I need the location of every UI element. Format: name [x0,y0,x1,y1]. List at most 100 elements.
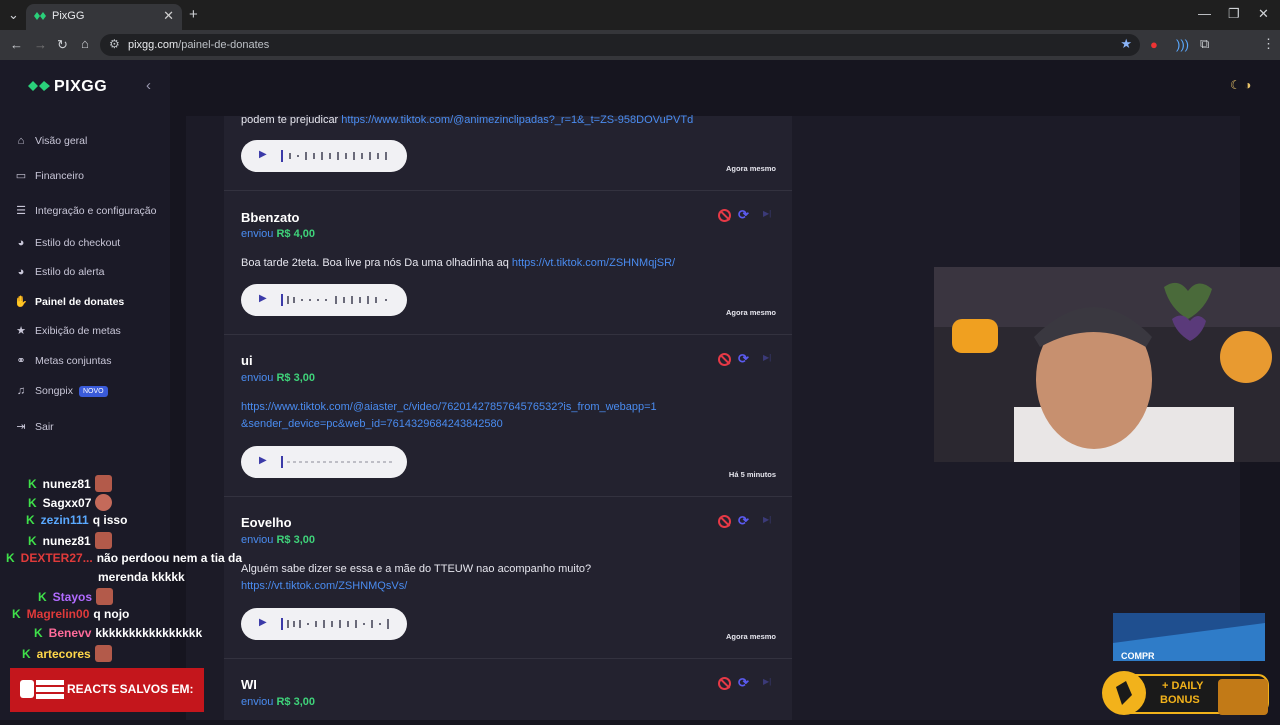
restore-icon[interactable]: ❐ [1228,6,1240,22]
donate-time: Agora mesmo [725,164,776,173]
tab-search-icon[interactable]: ⌄ [8,7,19,23]
sidebar-item-label: Exibição de metas [35,325,121,337]
donate-link[interactable]: https://vt.tiktok.com/ZSHNMQsVs/ [241,580,407,592]
donate-link[interactable]: https://vt.tiktok.com/ZSHNMqjSR/ [512,257,675,269]
skip-icon[interactable]: ▶| [763,353,771,362]
bookmark-star-icon[interactable]: ★ [1120,36,1132,52]
back-icon[interactable]: ← [10,37,23,52]
donor-name: Eovelho [241,515,292,530]
site-info-icon[interactable]: ⚙ [109,37,120,51]
donate-sent-line: enviou R$ 4,00 [241,228,316,240]
waveform-icon [281,618,389,630]
play-icon[interactable]: ▶ [259,293,267,304]
donate-amount: R$ 4,00 [276,228,316,240]
chat-user: Magrelin00 [26,607,90,621]
donate-message: Alguém sabe dizer se essa e a mãe do TTE… [241,563,592,592]
address-bar[interactable]: ⚙ pixgg.com/painel-de-donates ★ [100,34,1140,56]
donate-amount: R$ 3,00 [276,534,316,546]
block-icon[interactable] [718,677,731,690]
audio-player[interactable]: ▶ [241,284,407,316]
skip-icon[interactable]: ▶| [763,209,771,218]
collapse-sidebar-icon[interactable]: ‹ [146,77,151,94]
sidebar-item-visao-geral[interactable]: ⌂ Visão geral [14,132,88,150]
chat-message: q nojo [93,607,130,621]
block-icon[interactable] [718,209,731,222]
audio-player[interactable]: ▶ [241,140,407,172]
replay-icon[interactable]: ⟳ [738,351,749,367]
brand-logo[interactable]: PIXGG [28,78,107,96]
play-icon[interactable]: ▶ [259,455,267,466]
promo-image: COMPR [1113,613,1265,661]
play-icon[interactable]: ▶ [259,617,267,628]
sidebar-item-label: Painel de donates [35,296,125,308]
sidebar-item-financeiro[interactable]: ▭ Financeiro [14,167,84,185]
minimize-icon[interactable]: — [1198,6,1211,21]
sidebar-item-label: Visão geral [35,135,88,147]
donate-item: podem te prejudicar https://www.tiktok.c… [224,114,792,191]
emote-icon [95,494,113,511]
link-icon: ⚭ [16,355,26,367]
palette-icon: ◕ [17,266,25,278]
chat-user: Benevv [48,626,92,640]
reacts-banner-text: REACTS SALVOS EM: [67,682,194,696]
chat-line: K Stayos [38,588,114,605]
donate-item: Eovelho ⟳ ▶| enviou R$ 3,00 Alguém sabe … [224,497,792,659]
kick-badge-icon: K [22,647,31,661]
extension-cast-icon[interactable]: ))) [1176,37,1189,52]
donate-amount: R$ 3,00 [276,696,316,708]
replay-icon[interactable]: ⟳ [738,675,749,691]
donate-message: Boa tarde 2teta. Boa live pra nós Da uma… [241,257,676,269]
sidebar-item-songpix[interactable]: ♫ Songpix NOVO [14,382,108,400]
donate-amount: R$ 3,00 [276,372,316,384]
sidebar-item-estilo-alerta[interactable]: ◕ Estilo do alerta [14,263,105,281]
kick-badge-icon: K [28,477,37,491]
chat-user: artecores [36,647,91,661]
extensions-icon[interactable]: ⧉ [1200,36,1209,52]
sidebar-item-painel-donates[interactable]: ✋ Painel de donates [14,293,124,311]
donate-actions: ⟳ ▶| [718,351,778,367]
streamer-camera-image [934,267,1280,462]
replay-icon[interactable]: ⟳ [738,513,749,529]
chat-user: Stayos [52,590,93,604]
block-icon[interactable] [718,353,731,366]
browser-tab[interactable]: PixGG ✕ [26,4,182,30]
play-icon[interactable]: ▶ [259,149,267,160]
tab-strip: ⌄ PixGG ✕ + — ❐ ✕ [0,0,1280,30]
logout-icon: ⇥ [16,421,26,433]
donate-item: Bbenzato ⟳ ▶| enviou R$ 4,00 Boa tarde 2… [224,191,792,335]
close-tab-icon[interactable]: ✕ [163,8,174,24]
donate-time: Agora mesmo [725,308,776,317]
sidebar-item-integracao[interactable]: ☰ Integração e configuração [14,202,156,220]
reload-icon[interactable]: ↻ [57,37,68,53]
audio-player[interactable]: ▶ [241,446,407,478]
donate-message: https://www.tiktok.com/@aiaster_c/video/… [241,399,661,433]
replay-icon[interactable]: ⟳ [738,207,749,223]
extension-record-icon[interactable]: ● [1150,37,1158,52]
block-icon[interactable] [718,515,731,528]
skip-icon[interactable]: ▶| [763,677,771,686]
new-tab-icon[interactable]: + [189,6,198,23]
donate-icon: ✋ [14,296,28,308]
skip-icon[interactable]: ▶| [763,515,771,524]
sidebar-item-metas-conjuntas[interactable]: ⚭ Metas conjuntas [14,352,111,370]
chat-message: kkkkkkkkkkkkkkkk [95,626,203,640]
donor-name: Bbenzato [241,210,300,225]
close-window-icon[interactable]: ✕ [1258,6,1269,22]
menu-icon[interactable]: ⋮ [1262,36,1275,52]
sidebar-item-sair[interactable]: ⇥ Sair [14,418,53,436]
donor-name: WI [241,677,257,692]
donate-link[interactable]: https://www.tiktok.com/@aiaster_c/video/… [241,401,657,430]
sidebar-item-exibicao-metas[interactable]: ★ Exibição de metas [14,322,121,340]
audio-player[interactable]: ▶ [241,608,407,640]
home-icon[interactable]: ⌂ [81,36,89,51]
chat-user: nunez81 [42,534,91,548]
tab-title: PixGG [52,10,85,22]
channel-logo-icon [20,680,64,699]
donate-link[interactable]: https://www.tiktok.com/@animezinclipadas… [341,114,693,126]
forward-icon[interactable]: → [34,37,47,52]
kick-badge-icon: K [34,626,43,640]
sidebar-item-label: Financeiro [35,170,85,182]
dark-mode-toggle[interactable]: ☾ ◑ [1230,78,1251,92]
donate-sent-line: enviou R$ 3,00 [241,534,316,546]
sidebar-item-estilo-checkout[interactable]: ◕ Estilo do checkout [14,234,121,252]
